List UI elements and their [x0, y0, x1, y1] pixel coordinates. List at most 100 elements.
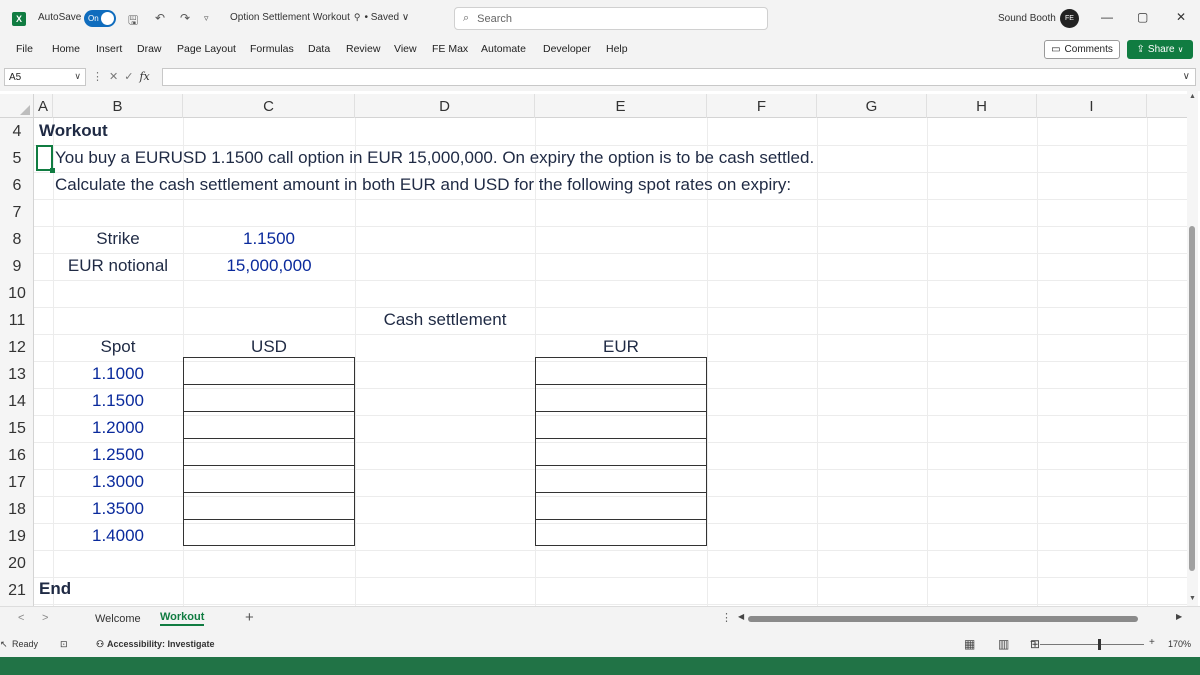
- row-header-17[interactable]: 17: [0, 469, 34, 496]
- row-header-21[interactable]: 21: [0, 577, 34, 604]
- tab-draw[interactable]: Draw: [137, 43, 162, 55]
- tab-insert[interactable]: Insert: [96, 43, 122, 55]
- normal-view-icon[interactable]: ▦: [964, 637, 975, 651]
- scroll-right-icon[interactable]: ▶: [1176, 612, 1182, 621]
- question-line-1[interactable]: You buy a EURUSD 1.1500 call option in E…: [55, 144, 814, 171]
- zoom-level[interactable]: 170%: [1168, 639, 1191, 649]
- horizontal-scrollbar[interactable]: [748, 616, 1138, 622]
- enter-icon[interactable]: ✓: [124, 70, 133, 83]
- accessibility-icon[interactable]: ⚇: [96, 639, 104, 650]
- row-header-9[interactable]: 9: [0, 253, 34, 280]
- zoom-slider[interactable]: [1040, 644, 1144, 645]
- tab-home[interactable]: Home: [52, 43, 80, 55]
- save-icon[interactable]: 🖫: [128, 11, 138, 32]
- row-header-18[interactable]: 18: [0, 496, 34, 523]
- tab-data[interactable]: Data: [308, 43, 330, 55]
- row-header-10[interactable]: 10: [0, 280, 34, 307]
- tab-file[interactable]: File: [16, 43, 33, 55]
- accessibility-status[interactable]: Accessibility: Investigate: [107, 639, 215, 649]
- column-header-g[interactable]: G: [817, 94, 927, 118]
- scroll-left-icon[interactable]: ◀: [738, 612, 744, 621]
- restore-icon[interactable]: ▢: [1137, 10, 1148, 24]
- insert-function-icon[interactable]: fx: [139, 70, 149, 83]
- row-header-14[interactable]: 14: [0, 388, 34, 415]
- row-header-7[interactable]: 7: [0, 199, 34, 226]
- user-name[interactable]: Sound Booth: [998, 13, 1056, 24]
- eur-answer-cells[interactable]: [535, 357, 707, 546]
- row-header-12[interactable]: 12: [0, 334, 34, 361]
- search-box[interactable]: ⌕ Search: [454, 7, 768, 30]
- comments-button[interactable]: ▭ Comments: [1044, 40, 1120, 59]
- scroll-thumb[interactable]: [1189, 226, 1195, 571]
- cancel-icon[interactable]: ✕: [109, 70, 118, 83]
- redo-icon[interactable]: ↷: [180, 11, 190, 25]
- add-sheet-icon[interactable]: +: [245, 609, 254, 626]
- sheet-tab-welcome[interactable]: Welcome: [95, 613, 141, 625]
- column-header-a[interactable]: A: [34, 94, 53, 118]
- scroll-up-icon[interactable]: ▲: [1189, 93, 1196, 100]
- tab-automate[interactable]: Automate: [481, 43, 526, 55]
- row-header-15[interactable]: 15: [0, 415, 34, 442]
- row-header-16[interactable]: 16: [0, 442, 34, 469]
- close-icon[interactable]: ✕: [1176, 10, 1186, 24]
- question-line-2[interactable]: Calculate the cash settlement amount in …: [55, 171, 791, 198]
- column-header-e[interactable]: E: [535, 94, 707, 118]
- worksheet-grid[interactable]: A B C D E F G H I 4 5 6 7 8 9 10 11 12 1…: [0, 91, 1200, 606]
- spot-header[interactable]: Spot: [53, 333, 183, 360]
- row-header-13[interactable]: 13: [0, 361, 34, 388]
- tab-review[interactable]: Review: [346, 43, 380, 55]
- strike-label[interactable]: Strike: [53, 225, 183, 252]
- spot-rate[interactable]: 1.2500: [53, 441, 183, 468]
- tab-view[interactable]: View: [394, 43, 417, 55]
- page-layout-view-icon[interactable]: ▥: [998, 637, 1009, 651]
- minimize-icon[interactable]: —: [1101, 10, 1113, 24]
- avatar[interactable]: FE: [1060, 9, 1079, 28]
- document-title[interactable]: Option Settlement Workout ⚲ • Saved ∨: [230, 12, 409, 23]
- column-header-f[interactable]: F: [707, 94, 817, 118]
- more-options-icon[interactable]: ⋮: [721, 611, 732, 624]
- tab-help[interactable]: Help: [606, 43, 628, 55]
- row-header-8[interactable]: 8: [0, 226, 34, 253]
- next-sheet-icon[interactable]: >: [42, 612, 48, 624]
- name-box[interactable]: A5 ∨: [4, 68, 86, 86]
- scroll-down-icon[interactable]: ▼: [1189, 595, 1196, 602]
- chevron-down-icon[interactable]: ∨: [74, 71, 81, 82]
- vertical-scrollbar[interactable]: ▲ ▼: [1187, 91, 1198, 606]
- row-header-20[interactable]: 20: [0, 550, 34, 577]
- row-header-11[interactable]: 11: [0, 307, 34, 334]
- heading-workout[interactable]: Workout: [39, 117, 108, 144]
- notional-label[interactable]: EUR notional: [53, 252, 183, 279]
- expand-formula-icon[interactable]: ∨: [1183, 71, 1190, 82]
- autosave-toggle[interactable]: On: [84, 10, 116, 27]
- cash-settlement-header[interactable]: Cash settlement: [355, 306, 535, 333]
- eur-header[interactable]: EUR: [535, 333, 707, 360]
- spot-rate[interactable]: 1.2000: [53, 414, 183, 441]
- row-header-4[interactable]: 4: [0, 118, 34, 145]
- strike-value[interactable]: 1.1500: [183, 225, 355, 252]
- spot-rate[interactable]: 1.3000: [53, 468, 183, 495]
- column-header-h[interactable]: H: [927, 94, 1037, 118]
- tab-developer[interactable]: Developer: [543, 43, 591, 55]
- sheet-tab-workout[interactable]: Workout: [160, 611, 205, 626]
- notional-value[interactable]: 15,000,000: [183, 252, 355, 279]
- spot-rate[interactable]: 1.1000: [53, 360, 183, 387]
- select-all-corner[interactable]: [0, 94, 34, 118]
- row-header-6[interactable]: 6: [0, 172, 34, 199]
- zoom-slider-knob[interactable]: [1098, 639, 1101, 650]
- end-label[interactable]: End: [39, 575, 71, 602]
- zoom-out-icon[interactable]: −: [1030, 637, 1036, 648]
- tab-fe-max[interactable]: FE Max: [432, 43, 468, 55]
- undo-icon[interactable]: ↶: [155, 11, 165, 25]
- more-options-icon[interactable]: ⋮: [92, 70, 103, 83]
- tab-page-layout[interactable]: Page Layout: [177, 43, 236, 55]
- selected-cell-a5[interactable]: [36, 145, 55, 173]
- tab-formulas[interactable]: Formulas: [250, 43, 294, 55]
- column-header-c[interactable]: C: [183, 94, 355, 118]
- usd-header[interactable]: USD: [183, 333, 355, 360]
- row-header-19[interactable]: 19: [0, 523, 34, 550]
- spot-rate[interactable]: 1.4000: [53, 522, 183, 549]
- column-header-i[interactable]: I: [1037, 94, 1147, 118]
- column-header-d[interactable]: D: [355, 94, 535, 118]
- formula-input[interactable]: ∨: [162, 68, 1196, 86]
- row-header-5[interactable]: 5: [0, 145, 34, 172]
